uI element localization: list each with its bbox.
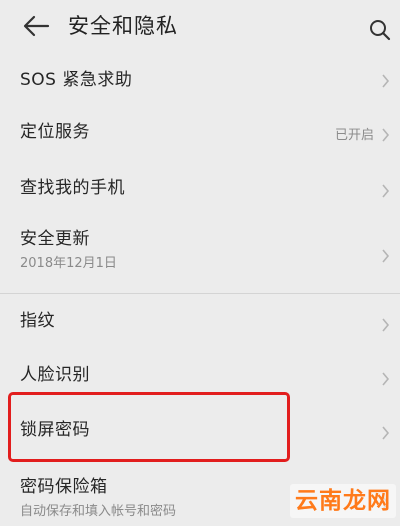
- settings-item-label: 密码保险箱: [20, 477, 108, 497]
- search-icon[interactable]: [368, 18, 392, 42]
- chevron-right-icon: [382, 249, 390, 263]
- page-title: 安全和隐私: [68, 14, 178, 38]
- settings-item-security-update[interactable]: 安全更新 2018年12月1日: [0, 216, 400, 292]
- settings-item-sos[interactable]: SOS 紧急求助: [0, 56, 400, 106]
- settings-item-label: 安全更新: [20, 229, 90, 249]
- settings-item-label: 指纹: [20, 311, 55, 331]
- settings-item-label: SOS 紧急求助: [20, 70, 133, 90]
- settings-item-fingerprint[interactable]: 指纹: [0, 296, 400, 350]
- chevron-right-icon: [382, 372, 390, 386]
- chevron-right-icon: [382, 74, 390, 88]
- chevron-right-icon: [382, 128, 390, 142]
- settings-item-label: 人脸识别: [20, 365, 90, 385]
- watermark-logo: 云南龙网: [290, 484, 396, 518]
- highlight-annotation-box: [8, 392, 290, 462]
- chevron-right-icon: [382, 426, 390, 440]
- settings-item-label: 查找我的手机: [20, 178, 125, 198]
- app-header: 安全和隐私: [0, 0, 400, 56]
- section-divider: [0, 293, 400, 294]
- chevron-right-icon: [382, 184, 390, 198]
- chevron-right-icon: [382, 318, 390, 332]
- settings-item-label: 定位服务: [20, 122, 90, 142]
- back-arrow-icon[interactable]: [22, 14, 50, 38]
- settings-item-find-phone[interactable]: 查找我的手机: [0, 160, 400, 216]
- location-status-value: 已开启: [334, 128, 374, 143]
- settings-item-location[interactable]: 定位服务 已开启: [0, 106, 400, 160]
- settings-item-subtitle: 自动保存和填入帐号和密码: [20, 504, 177, 519]
- settings-item-subtitle: 2018年12月1日: [20, 256, 117, 271]
